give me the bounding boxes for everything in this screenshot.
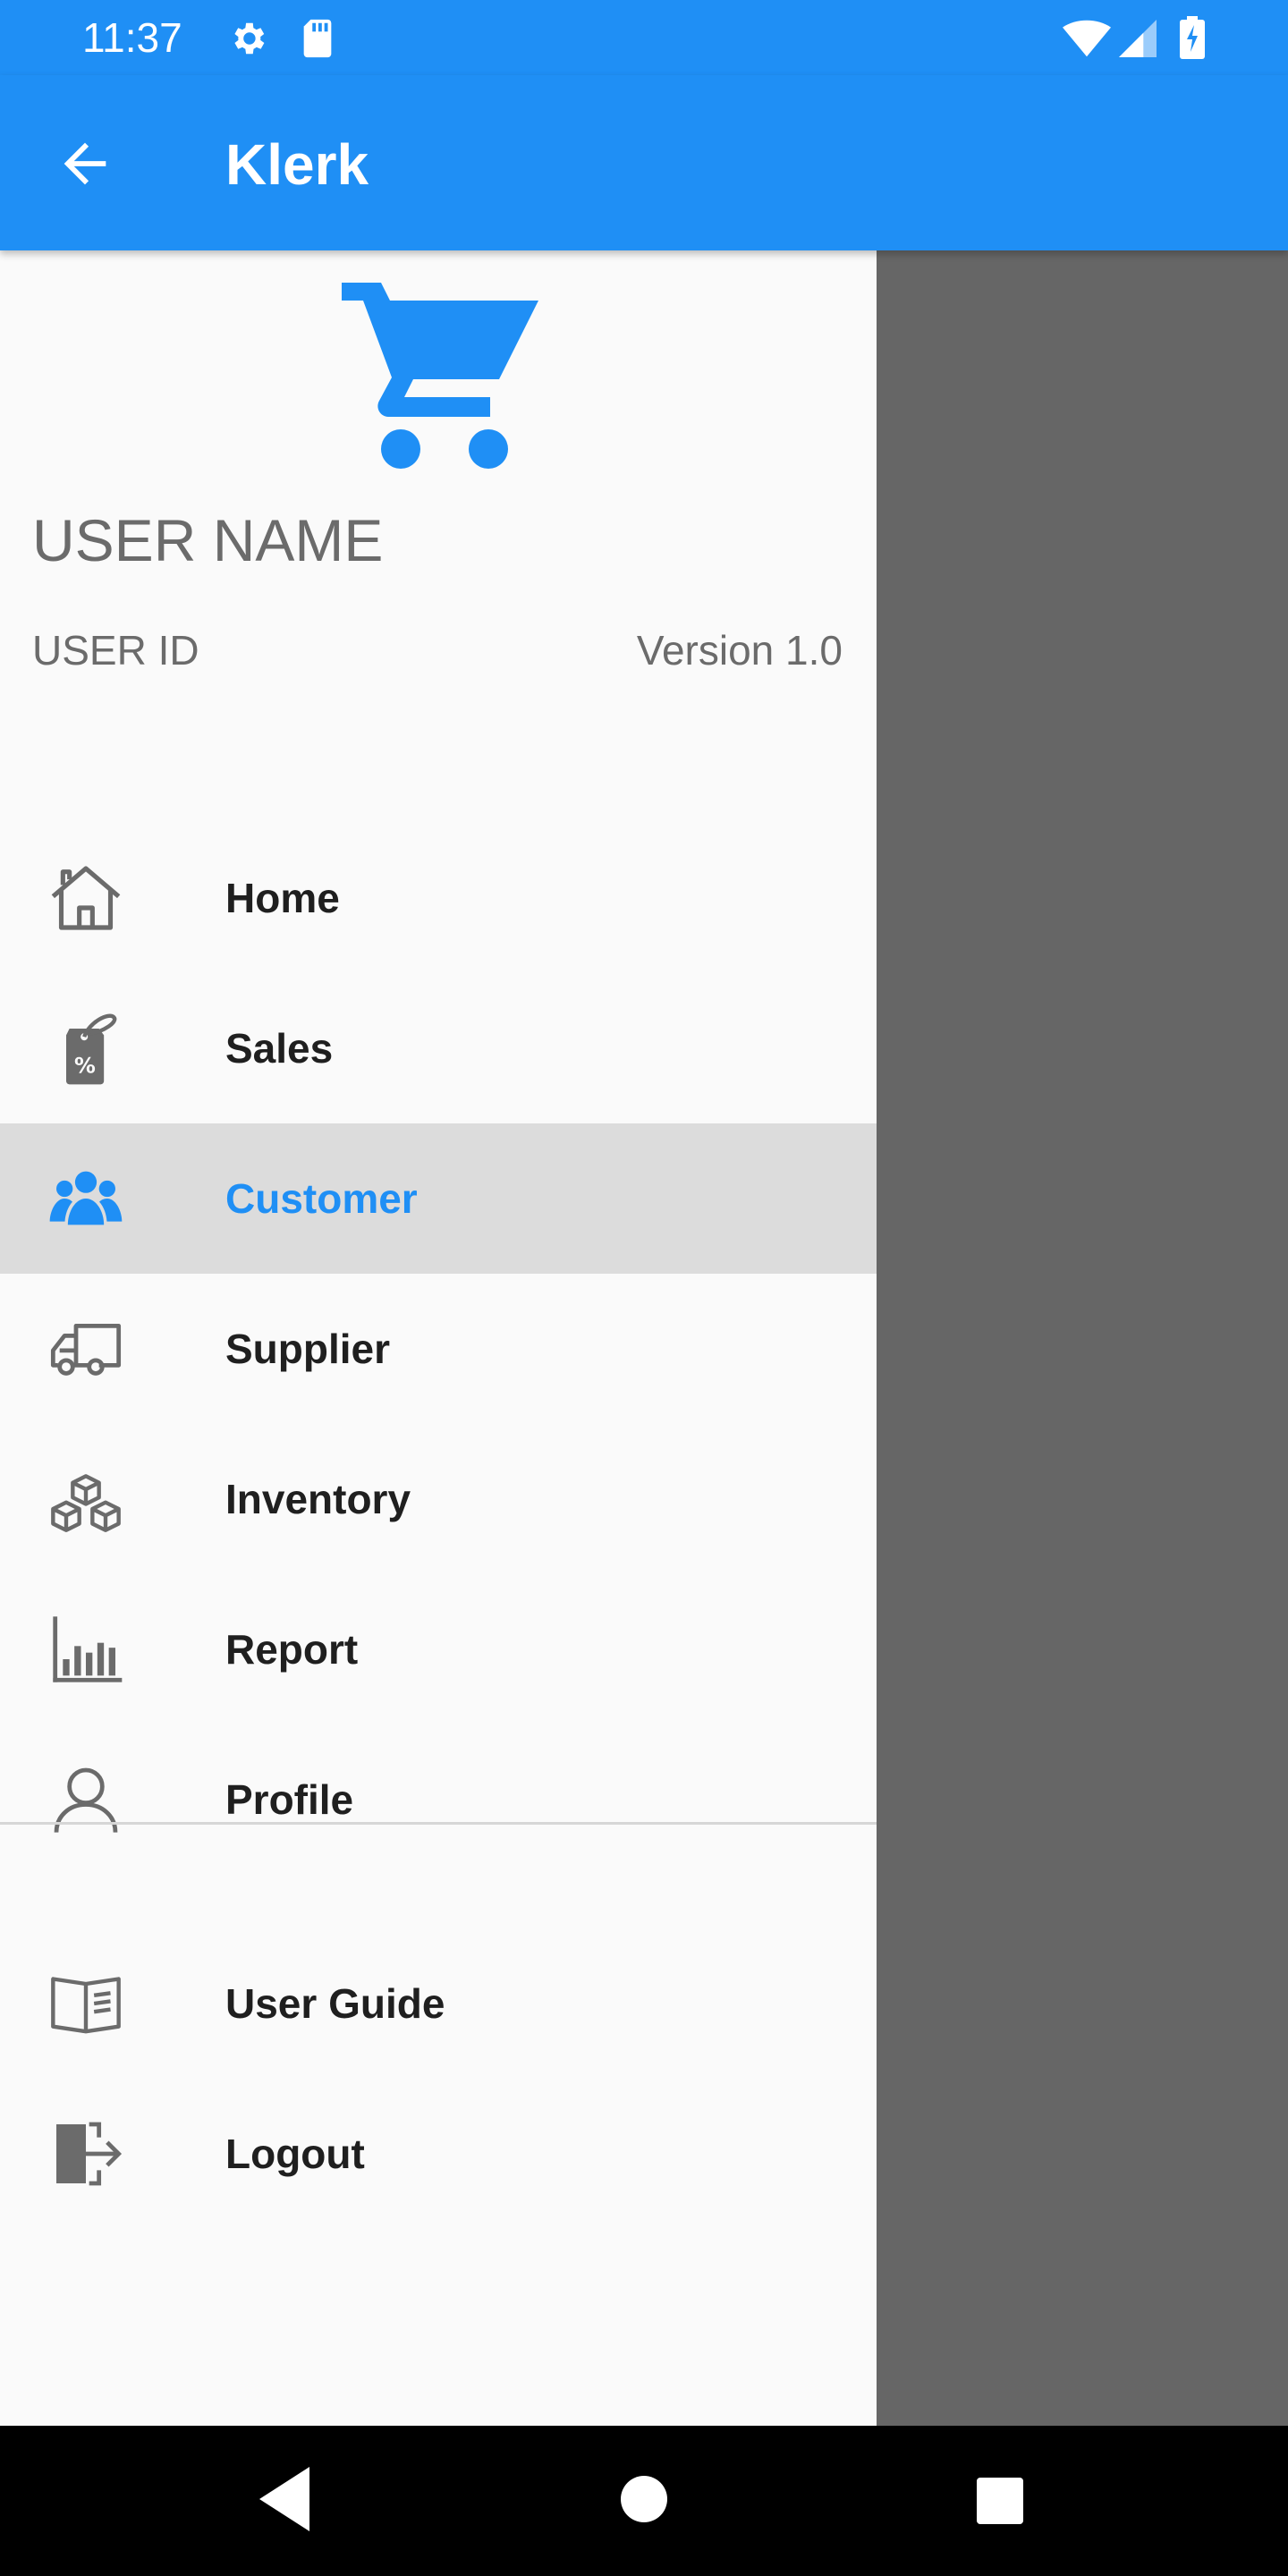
menu-item-supplier[interactable]: Supplier [0, 1274, 877, 1424]
price-tag-percent-icon: % [66, 1013, 117, 1085]
menu-label-logout: Logout [225, 2131, 365, 2177]
open-book-icon [51, 1977, 121, 2034]
bar-chart-icon [53, 1616, 123, 1682]
menu-label-supplier: Supplier [225, 1326, 391, 1372]
menu-label-customer: Customer [225, 1175, 418, 1222]
boxes-icon [51, 1474, 121, 1533]
app-title: Klerk [225, 132, 369, 197]
user-id: USER ID [32, 627, 199, 674]
status-time: 11:37 [82, 14, 182, 61]
menu-label-inventory: Inventory [225, 1476, 411, 1522]
cell-signal-icon [1119, 20, 1157, 57]
menu-item-customer[interactable]: Customer [0, 1123, 877, 1274]
nav-back-triangle-icon[interactable] [259, 2467, 309, 2531]
person-icon [54, 1767, 118, 1833]
menu-item-home[interactable]: Home [0, 823, 877, 973]
menu-label-sales: Sales [225, 1025, 334, 1072]
app-version: Version 1.0 [636, 627, 843, 674]
users-group-icon [49, 1171, 123, 1225]
menu-item-user-guide[interactable]: User Guide [0, 1928, 877, 2079]
house-icon [51, 866, 121, 930]
status-bar: 11:37 [0, 0, 1288, 75]
menu-item-report[interactable]: Report [0, 1574, 877, 1724]
menu-item-inventory[interactable]: Inventory [0, 1424, 877, 1574]
logout-door-icon [56, 2122, 123, 2186]
menu-item-sales[interactable]: % Sales [0, 973, 877, 1123]
battery-charging-icon [1180, 16, 1205, 59]
arrow-left-icon[interactable] [54, 132, 116, 195]
nav-home-circle-icon[interactable] [621, 2476, 667, 2522]
wifi-icon [1063, 20, 1111, 57]
app-bar: Klerk [0, 75, 1288, 250]
menu-label-report: Report [225, 1626, 359, 1673]
menu-label-user-guide: User Guide [225, 1980, 445, 2027]
drawer-scrim[interactable] [877, 250, 1288, 2426]
menu-item-logout[interactable]: Logout [0, 2079, 877, 2229]
menu-label-home: Home [225, 875, 340, 921]
settings-gear-icon [234, 22, 265, 55]
user-name: USER NAME [32, 507, 384, 573]
svg-text:%: % [74, 1054, 96, 1079]
shopping-cart-icon [342, 283, 538, 469]
menu-label-profile: Profile [225, 1776, 354, 1823]
sd-card-icon [303, 19, 332, 58]
nav-recents-square-icon[interactable] [977, 2478, 1023, 2524]
delivery-truck-icon [50, 1323, 122, 1376]
navigation-drawer: USER NAME USER ID Version 1.0 Home % Sal… [0, 250, 877, 2426]
system-navigation-bar [0, 2426, 1288, 2576]
menu-divider [0, 1822, 877, 1825]
menu-item-profile[interactable]: Profile [0, 1724, 877, 1875]
